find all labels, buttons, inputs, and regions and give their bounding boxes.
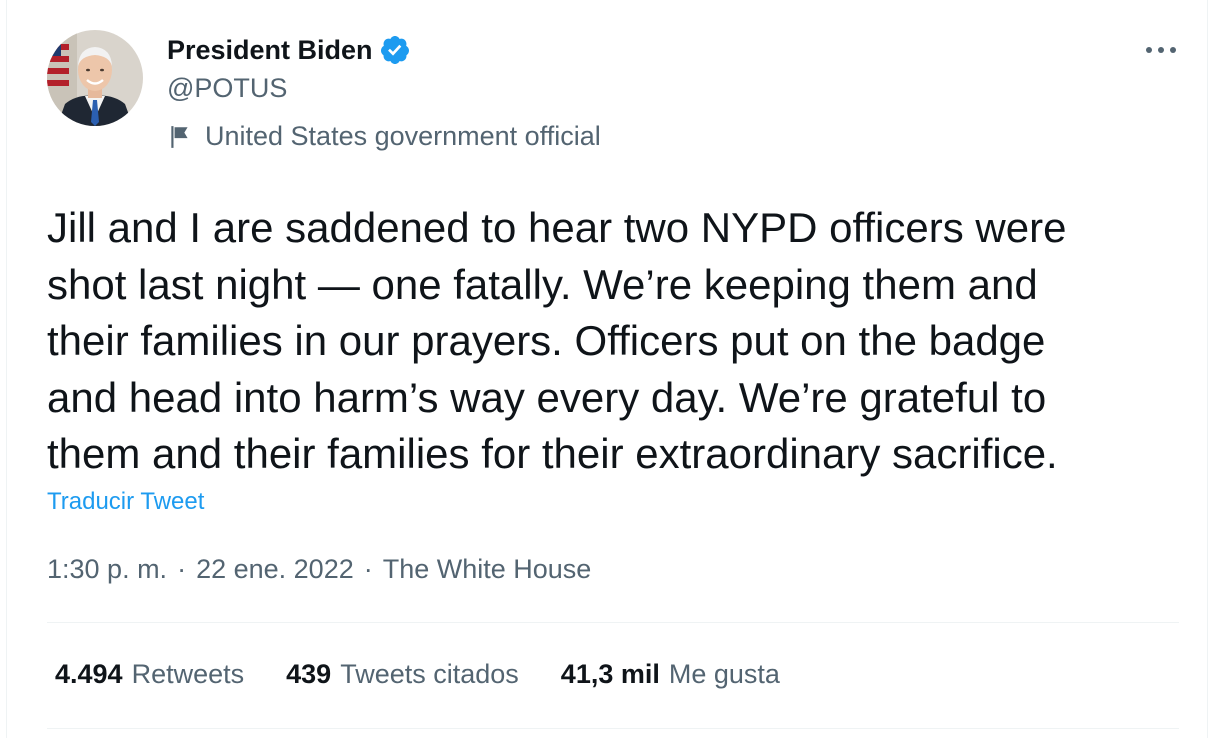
tweet-text: Jill and I are saddened to hear two NYPD… (47, 204, 1067, 477)
more-options-button[interactable] (1141, 36, 1181, 64)
divider (47, 728, 1179, 729)
tweet-meta: 1:30 p. m. · 22 ene. 2022 · The White Ho… (47, 554, 591, 585)
likes-label: Me gusta (668, 659, 780, 689)
quote-tweets-count: 439 (286, 659, 332, 689)
tweet-date[interactable]: 22 ene. 2022 (196, 554, 354, 585)
tweet-time[interactable]: 1:30 p. m. (47, 554, 167, 585)
government-label: United States government official (167, 121, 601, 152)
tweet-source[interactable]: The White House (383, 554, 592, 585)
author-name-row: President Biden (167, 32, 411, 68)
likes-stat[interactable]: 41,3 mil Me gusta (561, 659, 780, 690)
tweet-stats: 4.494 Retweets 439 Tweets citados 41,3 m… (55, 659, 822, 690)
verified-badge-icon (379, 34, 411, 66)
divider (47, 622, 1179, 623)
avatar[interactable] (47, 30, 143, 126)
tweet-card: President Biden @POTUS United States gov… (6, 0, 1208, 738)
more-icon (1146, 47, 1176, 53)
likes-count: 41,3 mil (560, 659, 660, 689)
meta-separator: · (363, 554, 373, 584)
retweets-count: 4.494 (55, 659, 123, 689)
author-handle[interactable]: @POTUS (167, 73, 287, 104)
quote-tweets-stat[interactable]: 439 Tweets citados (286, 659, 519, 690)
author-display-name[interactable]: President Biden (167, 35, 373, 66)
translate-tweet-link[interactable]: Traducir Tweet (47, 488, 204, 516)
retweets-label: Retweets (131, 659, 245, 689)
quote-tweets-label: Tweets citados (340, 659, 519, 689)
meta-separator: · (177, 554, 187, 584)
retweets-stat[interactable]: 4.494 Retweets (55, 659, 244, 690)
flag-icon (167, 124, 193, 150)
government-label-text: United States government official (205, 121, 601, 151)
